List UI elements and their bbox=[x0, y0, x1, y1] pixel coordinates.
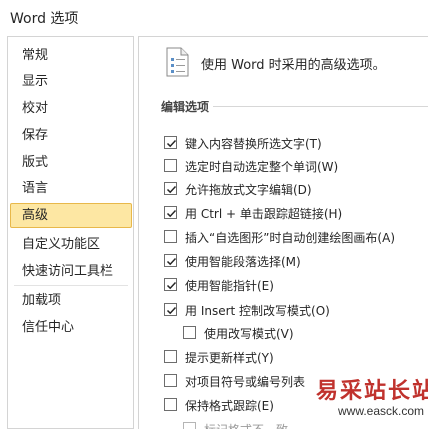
checkbox[interactable] bbox=[164, 230, 177, 243]
checkbox[interactable] bbox=[164, 350, 177, 363]
section-title: 编辑选项 bbox=[161, 100, 210, 114]
option-label: 提示更新样式(Y) bbox=[185, 351, 274, 365]
title-bar: Word 选项 bbox=[0, 0, 428, 34]
window-title: Word 选项 bbox=[10, 11, 79, 27]
sidebar-item-customize-ribbon[interactable]: 自定义功能区 bbox=[10, 232, 132, 257]
option-label: 标记格式不一致 bbox=[204, 421, 288, 429]
option-label: 使用改写模式(V) bbox=[204, 327, 294, 341]
sidebar-item-advanced[interactable]: 高级 bbox=[10, 203, 132, 228]
checkbox[interactable] bbox=[164, 254, 177, 267]
sidebar-item-layout[interactable]: 版式 bbox=[10, 150, 132, 175]
checkbox[interactable] bbox=[164, 159, 177, 172]
option-label: 用 Insert 控制改写模式(O) bbox=[185, 304, 330, 318]
option-label: 允许拖放式文字编辑(D) bbox=[185, 183, 312, 197]
sidebar-item-add-ins[interactable]: 加载项 bbox=[10, 288, 132, 313]
sidebar-item-language[interactable]: 语言 bbox=[10, 176, 132, 201]
option-label: 对项目符号或编号列表 bbox=[185, 375, 306, 389]
checkbox[interactable] bbox=[183, 422, 196, 429]
option-label: 使用智能指针(E) bbox=[185, 279, 274, 293]
checkmark-icon bbox=[166, 281, 177, 290]
checkbox[interactable] bbox=[164, 136, 177, 149]
category-sidebar: 常规 显示 校对 保存 版式 语言 高级 自定义功能区 快速访问工具栏 加载项 … bbox=[7, 36, 134, 429]
panel-description: 使用 Word 时采用的高级选项。 bbox=[201, 58, 386, 73]
checkbox[interactable] bbox=[183, 326, 196, 339]
sidebar-item-save[interactable]: 保存 bbox=[10, 123, 132, 148]
sidebar-item-trust-center[interactable]: 信任中心 bbox=[10, 315, 132, 340]
sidebar-item-proofing[interactable]: 校对 bbox=[10, 96, 132, 121]
checkbox[interactable] bbox=[164, 278, 177, 291]
sidebar-item-quick-access-toolbar[interactable]: 快速访问工具栏 bbox=[10, 259, 132, 284]
checkbox[interactable] bbox=[164, 374, 177, 387]
checkmark-icon bbox=[166, 257, 177, 266]
checkbox[interactable] bbox=[164, 182, 177, 195]
checkmark-icon bbox=[166, 185, 177, 194]
option-label: 用 Ctrl + 单击跟踪超链接(H) bbox=[185, 207, 343, 221]
section-editing-options: 编辑选项 bbox=[161, 98, 428, 118]
sidebar-divider bbox=[14, 285, 128, 286]
checkbox[interactable] bbox=[164, 303, 177, 316]
checkbox[interactable] bbox=[164, 206, 177, 219]
option-label: 保持格式跟踪(E) bbox=[185, 399, 274, 413]
checkmark-icon bbox=[166, 209, 177, 218]
option-label: 选定时自动选定整个单词(W) bbox=[185, 160, 339, 174]
option-label: 插入“自选图形”时自动创建绘图画布(A) bbox=[185, 231, 396, 245]
sidebar-item-general[interactable]: 常规 bbox=[10, 43, 132, 68]
document-options-icon bbox=[163, 47, 191, 77]
section-divider bbox=[213, 106, 428, 107]
checkbox[interactable] bbox=[164, 398, 177, 411]
checkmark-icon bbox=[166, 139, 177, 148]
advanced-options-panel: 使用 Word 时采用的高级选项。 编辑选项 键入内容替换所选文字(T) 选定时… bbox=[138, 36, 428, 429]
option-label: 键入内容替换所选文字(T) bbox=[185, 137, 322, 151]
sidebar-item-display[interactable]: 显示 bbox=[10, 69, 132, 94]
option-label: 使用智能段落选择(M) bbox=[185, 255, 301, 269]
checkmark-icon bbox=[166, 306, 177, 315]
